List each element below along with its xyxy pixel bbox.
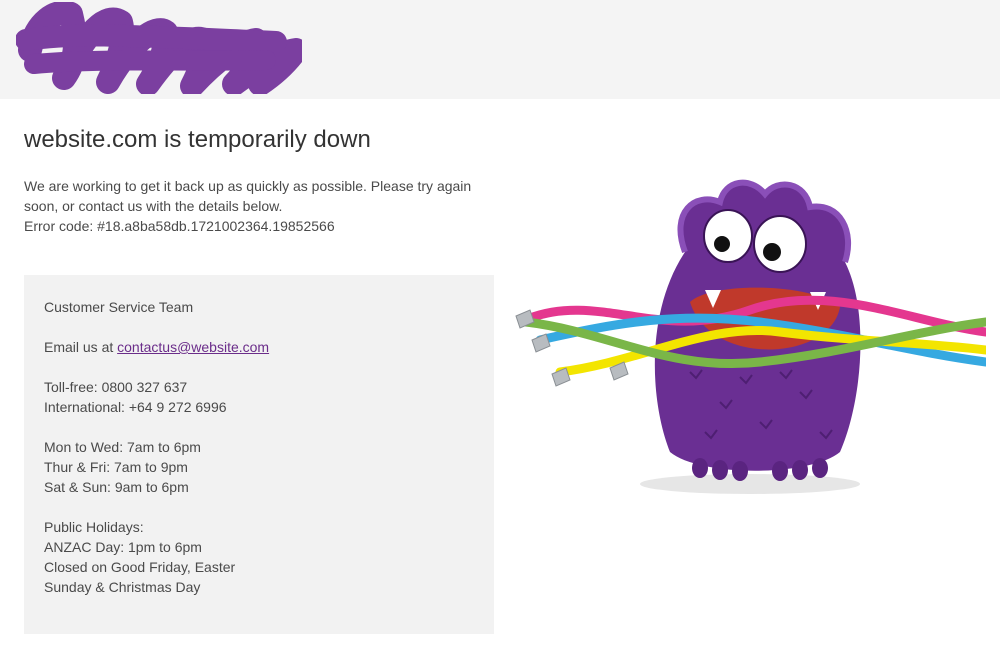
email-link[interactable]: contactus@website.com xyxy=(117,339,269,355)
international-number: International: +64 9 272 6996 xyxy=(44,399,227,415)
email-line: Email us at contactus@website.com xyxy=(44,337,474,357)
holiday-line: Closed on Good Friday, Easter xyxy=(44,559,236,575)
holidays-heading: Public Holidays: xyxy=(44,519,144,535)
holiday-line: ANZAC Day: 1pm to 6pm xyxy=(44,539,202,555)
main-content: website.com is temporarily down We are w… xyxy=(24,124,504,236)
logo-icon[interactable] xyxy=(16,2,302,94)
hours-line: Sat & Sun: 9am to 6pm xyxy=(44,479,189,495)
intro-section: We are working to get it back up as quic… xyxy=(24,176,494,236)
page-title: website.com is temporarily down xyxy=(24,126,371,153)
contact-panel: Customer Service Team Email us at contac… xyxy=(24,275,494,634)
error-code: Error code: #18.a8ba58db.1721002364.1985… xyxy=(24,218,335,234)
site-header xyxy=(0,0,1000,99)
intro-text: We are working to get it back up as quic… xyxy=(24,178,472,214)
hours-line: Thur & Fri: 7am to 9pm xyxy=(44,459,188,475)
tollfree-number: Toll-free: 0800 327 637 xyxy=(44,379,188,395)
holiday-line: Sunday & Christmas Day xyxy=(44,579,201,595)
hours-line: Mon to Wed: 7am to 6pm xyxy=(44,439,201,455)
monster-cables-icon xyxy=(515,179,986,494)
contact-team-heading: Customer Service Team xyxy=(44,299,194,315)
email-prefix: Email us at xyxy=(44,339,118,355)
